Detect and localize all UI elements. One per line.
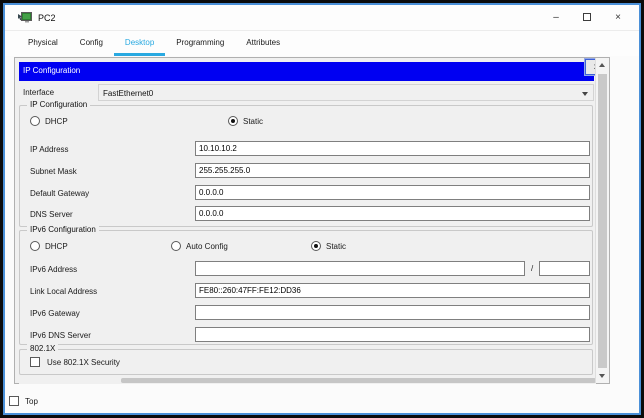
vertical-scrollbar-thumb[interactable] <box>598 74 607 368</box>
horizontal-scrollbar[interactable] <box>19 377 596 384</box>
ipv4-static-radio[interactable]: Static <box>228 116 263 126</box>
title-bar: PC2 – × <box>5 5 639 31</box>
close-button-icon[interactable]: × <box>613 13 623 23</box>
ipv4-dhcp-label: DHCP <box>45 117 68 126</box>
ipv4-configuration-group: IP Configuration DHCP Static IP Address … <box>19 105 593 227</box>
tab-bar: Physical Config Desktop Programming Attr… <box>5 31 639 56</box>
ipv6-auto-config-label: Auto Config <box>186 242 228 251</box>
tab-desktop[interactable]: Desktop <box>114 32 165 56</box>
maximize-button-icon[interactable] <box>582 13 592 24</box>
window-blue-border: PC2 – × Physical Config Desktop Programm… <box>3 3 641 415</box>
window-controls: – × <box>551 5 623 31</box>
desktop-content-panel: IP Configuration x Interface FastEtherne… <box>14 57 610 384</box>
ipv6-static-label: Static <box>326 242 346 251</box>
ipv6-dhcp-label: DHCP <box>45 242 68 251</box>
tab-programming[interactable]: Programming <box>165 32 235 56</box>
window-outer-frame: PC2 – × Physical Config Desktop Programm… <box>0 0 644 418</box>
pc-icon <box>18 12 32 24</box>
dot1x-group-legend: 802.1X <box>27 344 58 353</box>
ipv6-address-label: IPv6 Address <box>30 265 77 274</box>
horizontal-scrollbar-thumb[interactable] <box>121 378 596 383</box>
radio-selected-icon <box>311 241 321 251</box>
ipv6-gateway-input[interactable] <box>195 305 590 320</box>
ip-configuration-header: IP Configuration <box>19 62 594 81</box>
chevron-down-icon <box>582 92 588 96</box>
dns-server-label: DNS Server <box>30 210 73 219</box>
ipv6-dns-server-input[interactable] <box>195 327 590 342</box>
ipv6-prefix-separator: / <box>531 264 533 273</box>
scroll-down-icon[interactable] <box>599 374 605 378</box>
default-gateway-label: Default Gateway <box>30 189 89 198</box>
interface-dropdown[interactable]: FastEthernet0 <box>98 84 594 101</box>
ipv6-auto-config-radio[interactable]: Auto Config <box>171 241 228 251</box>
ipv6-static-radio[interactable]: Static <box>311 241 346 251</box>
pc2-window: PC2 – × Physical Config Desktop Programm… <box>5 5 639 413</box>
link-local-address-input[interactable] <box>195 283 590 298</box>
use-8021x-security-label: Use 802.1X Security <box>47 358 120 367</box>
ipv4-static-label: Static <box>243 117 263 126</box>
ip-address-input[interactable] <box>195 141 590 156</box>
ipv6-dhcp-radio[interactable]: DHCP <box>30 241 68 251</box>
default-gateway-input[interactable] <box>195 185 590 200</box>
ip-address-label: IP Address <box>30 145 69 154</box>
interface-label: Interface <box>23 88 54 97</box>
ipv6-address-input[interactable] <box>195 261 525 276</box>
ipv6-prefix-input[interactable] <box>539 261 590 276</box>
window-title: PC2 <box>38 13 56 23</box>
tab-attributes[interactable]: Attributes <box>235 32 291 56</box>
top-checkbox-label: Top <box>25 397 38 406</box>
dns-server-input[interactable] <box>195 206 590 221</box>
ipv4-dhcp-radio[interactable]: DHCP <box>30 116 68 126</box>
ipv6-gateway-label: IPv6 Gateway <box>30 309 80 318</box>
radio-icon <box>30 241 40 251</box>
radio-selected-icon <box>228 116 238 126</box>
ipv4-group-legend: IP Configuration <box>27 100 90 109</box>
interface-selected-value: FastEthernet0 <box>103 89 153 98</box>
link-local-address-label: Link Local Address <box>30 287 97 296</box>
subnet-mask-input[interactable] <box>195 163 590 178</box>
minimize-button-icon[interactable]: – <box>551 13 561 23</box>
ipv6-configuration-group: IPv6 Configuration DHCP Auto Config Stat… <box>19 230 593 345</box>
ipv6-dns-server-label: IPv6 DNS Server <box>30 331 91 340</box>
radio-icon <box>30 116 40 126</box>
tab-config[interactable]: Config <box>69 32 114 56</box>
dialog-title: IP Configuration <box>23 66 80 75</box>
radio-icon <box>171 241 181 251</box>
ipv6-group-legend: IPv6 Configuration <box>27 225 99 234</box>
scroll-up-icon[interactable] <box>599 63 605 67</box>
use-8021x-security-checkbox[interactable]: Use 802.1X Security <box>30 357 120 367</box>
vertical-scrollbar[interactable] <box>595 58 609 383</box>
subnet-mask-label: Subnet Mask <box>30 167 77 176</box>
tab-physical[interactable]: Physical <box>17 32 69 56</box>
checkbox-icon <box>30 357 40 367</box>
top-checkbox-row[interactable]: Top <box>9 396 38 406</box>
dot1x-group: 802.1X Use 802.1X Security <box>19 349 593 375</box>
checkbox-icon <box>9 396 19 406</box>
